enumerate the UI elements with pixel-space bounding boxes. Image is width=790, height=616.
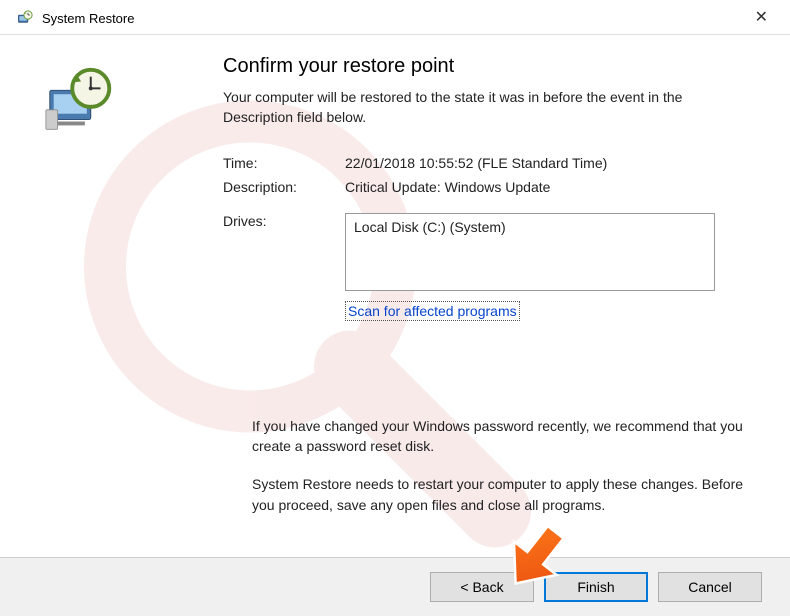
back-button[interactable]: < Back [430,572,534,602]
drives-label: Drives: [223,213,345,291]
content-area: Confirm your restore point Your computer… [0,35,790,535]
system-restore-icon [16,9,34,27]
footer-buttons: < Back Finish Cancel [0,557,790,616]
wizard-restore-icon [42,129,120,144]
cancel-button[interactable]: Cancel [658,572,762,602]
titlebar: System Restore ✕ [0,0,790,35]
time-label: Time: [223,155,345,171]
scan-affected-programs-link[interactable]: Scan for affected programs [345,301,520,321]
page-heading: Confirm your restore point [223,55,752,78]
finish-button[interactable]: Finish [544,572,648,602]
page-subtitle: Your computer will be restored to the st… [223,88,752,127]
time-value: 22/01/2018 10:55:52 (FLE Standard Time) [345,155,752,171]
restart-note: System Restore needs to restart your com… [252,474,752,515]
drives-item: Local Disk (C:) (System) [354,219,706,235]
drives-listbox[interactable]: Local Disk (C:) (System) [345,213,715,291]
window-title: System Restore [42,11,134,26]
close-button[interactable]: ✕ [745,8,778,28]
password-note: If you have changed your Windows passwor… [252,416,752,457]
description-value: Critical Update: Windows Update [345,179,752,195]
description-label: Description: [223,179,345,195]
